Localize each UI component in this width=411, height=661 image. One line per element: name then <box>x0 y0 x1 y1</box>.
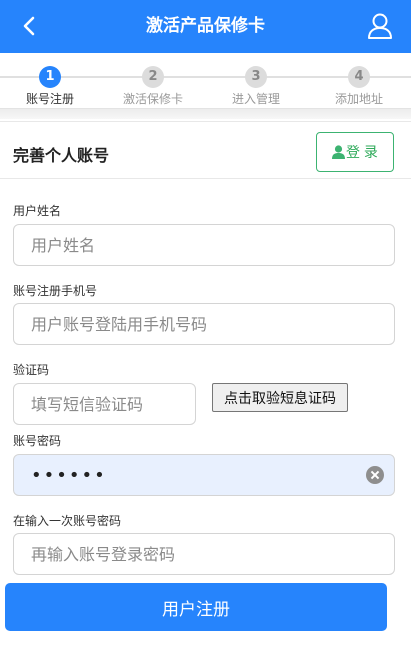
app-header: 激活产品保修卡 <box>0 0 411 53</box>
login-label: 登 录 <box>346 144 378 160</box>
step-register[interactable]: 1 账号注册 <box>0 63 100 107</box>
section-header: 完善个人账号 登 录 <box>0 121 411 179</box>
step-label: 激活保修卡 <box>122 92 183 106</box>
step-number: 3 <box>245 66 267 88</box>
person-icon <box>332 145 346 159</box>
login-button[interactable]: 登 录 <box>316 132 394 172</box>
phone-label: 账号注册手机号 <box>13 284 98 298</box>
password-label: 账号密码 <box>13 434 62 448</box>
section-title: 完善个人账号 <box>13 146 110 165</box>
step-label: 添加地址 <box>334 92 383 106</box>
step-manage[interactable]: 3 进入管理 <box>206 63 306 107</box>
step-activate[interactable]: 2 激活保修卡 <box>103 63 203 107</box>
confirm-password-input[interactable] <box>13 533 395 575</box>
step-label: 进入管理 <box>231 92 280 106</box>
page-title: 激活产品保修卡 <box>146 16 265 36</box>
code-input[interactable] <box>13 383 196 425</box>
name-input[interactable] <box>13 224 395 266</box>
step-label: 账号注册 <box>25 92 74 106</box>
confirm-password-label: 在输入一次账号密码 <box>13 514 122 528</box>
register-button[interactable]: 用户注册 <box>5 583 387 631</box>
step-number: 4 <box>348 66 370 88</box>
name-label: 用户姓名 <box>13 204 62 218</box>
step-address[interactable]: 4 添加地址 <box>309 63 409 107</box>
progress-steps: 1 账号注册 2 激活保修卡 3 进入管理 4 添加地址 <box>0 63 411 119</box>
step-number: 2 <box>142 66 164 88</box>
code-label: 验证码 <box>13 363 50 377</box>
send-sms-code-button[interactable]: 点击取验短息证码 <box>212 383 348 412</box>
steps-divider <box>0 109 411 119</box>
phone-input[interactable] <box>13 303 395 345</box>
password-input[interactable] <box>13 454 395 496</box>
clear-icon[interactable] <box>366 466 384 484</box>
step-number: 1 <box>39 66 61 88</box>
user-icon[interactable] <box>367 12 393 40</box>
